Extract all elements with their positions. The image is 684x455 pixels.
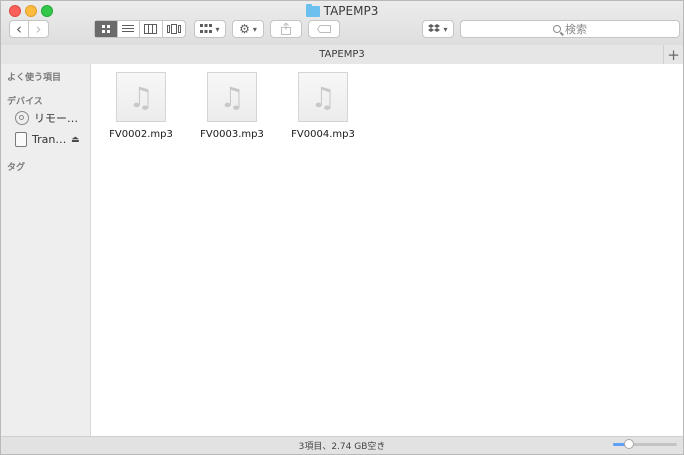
icon-view-icon	[101, 25, 110, 33]
search-icon	[553, 25, 561, 33]
sidebar-item-label: リモー…	[34, 112, 78, 125]
gear-icon: ⚙	[239, 22, 250, 36]
file-item[interactable]: ♫ FV0004.mp3	[278, 72, 368, 140]
path-bar: TAPEMP3 +	[1, 45, 683, 65]
grid-icon	[200, 24, 213, 33]
search-input[interactable]: 検索	[460, 20, 680, 38]
status-bar: 3項目、2.74 GB空き	[1, 436, 683, 454]
window-title: TAPEMP3	[1, 3, 683, 19]
chevron-down-icon: ▾	[252, 24, 257, 34]
icon-view-button[interactable]	[95, 21, 118, 37]
toolbar: TAPEMP3 ‹ › ▾ ⚙ ▾ ▾ 検索	[1, 1, 683, 46]
chevron-right-icon: ›	[35, 20, 42, 38]
sidebar-item-remote-disc[interactable]: リモー…	[15, 110, 78, 126]
eject-icon[interactable]: ⏏	[71, 135, 80, 145]
file-name: FV0003.mp3	[200, 129, 264, 140]
share-button[interactable]	[270, 20, 302, 38]
sidebar-devices-header: デバイス	[7, 97, 43, 107]
drive-icon	[15, 132, 27, 147]
forward-button[interactable]: ›	[29, 20, 48, 38]
dropbox-button[interactable]: ▾	[422, 20, 454, 38]
chevron-left-icon: ‹	[16, 20, 23, 38]
list-view-icon	[122, 25, 135, 32]
sidebar-item-label: Tran…	[32, 133, 67, 146]
arrange-button[interactable]: ▾	[194, 20, 226, 38]
icon-size-slider-knob[interactable]	[624, 439, 634, 449]
status-text: 3項目、2.74 GB空き	[298, 442, 386, 452]
music-note-icon: ♫	[207, 72, 257, 122]
music-note-icon: ♫	[116, 72, 166, 122]
column-view-button[interactable]	[140, 21, 163, 37]
finder-window: TAPEMP3 ‹ › ▾ ⚙ ▾ ▾ 検索 TAPEMP3 + よく使う項目 …	[0, 0, 684, 455]
file-name: FV0004.mp3	[291, 129, 355, 140]
coverflow-view-button[interactable]	[163, 21, 185, 37]
path-bar-label: TAPEMP3	[319, 49, 365, 60]
new-tab-button[interactable]: +	[663, 45, 683, 64]
dropbox-icon	[428, 24, 441, 32]
file-name: FV0002.mp3	[109, 129, 173, 140]
window-title-text: TAPEMP3	[323, 4, 379, 18]
sidebar-tags-header: タグ	[7, 163, 26, 173]
back-button[interactable]: ‹	[10, 20, 30, 38]
back-forward-group: ‹ ›	[9, 20, 49, 38]
file-item[interactable]: ♫ FV0003.mp3	[187, 72, 277, 140]
folder-icon	[305, 3, 320, 17]
list-view-button[interactable]	[118, 21, 140, 37]
file-browser: ♫ FV0002.mp3 ♫ FV0003.mp3 ♫ FV0004.mp3	[91, 64, 683, 436]
music-note-icon: ♫	[298, 72, 348, 122]
sidebar-item-transcend[interactable]: Tran…	[15, 132, 66, 147]
sidebar: よく使う項目 デバイス リモー… Tran… タグ	[1, 64, 91, 436]
view-mode-group	[94, 20, 186, 38]
plus-icon: +	[667, 45, 680, 64]
column-view-icon	[144, 24, 158, 34]
share-icon	[281, 23, 291, 35]
disc-icon	[15, 111, 29, 125]
chevron-down-icon: ▾	[443, 24, 448, 34]
chevron-down-icon: ▾	[215, 24, 220, 34]
sidebar-favorites-header: よく使う項目	[7, 73, 62, 83]
tag-icon	[317, 25, 331, 33]
action-button[interactable]: ⚙ ▾	[232, 20, 264, 38]
tag-button[interactable]	[308, 20, 340, 38]
search-placeholder: 検索	[565, 23, 587, 36]
file-item[interactable]: ♫ FV0002.mp3	[96, 72, 186, 140]
coverflow-view-icon	[166, 24, 181, 34]
